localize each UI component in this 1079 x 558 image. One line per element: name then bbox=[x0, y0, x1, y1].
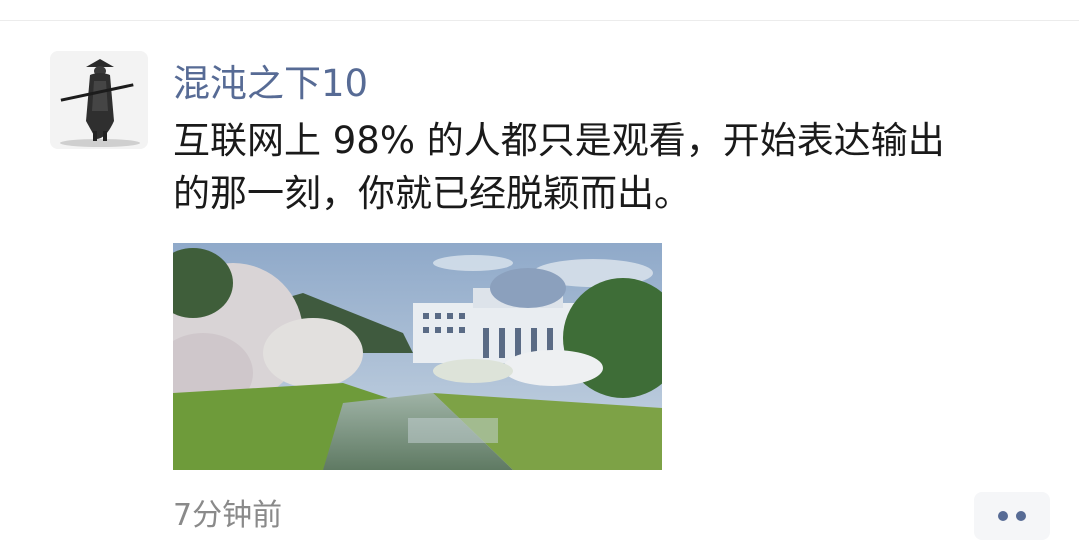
moments-post: 混沌之下10 互联网上 98% 的人都只是观看，开始表达输出 的那一刻，你就已经… bbox=[0, 0, 1079, 558]
post-text-line: 互联网上 98% 的人都只是观看，开始表达输出 bbox=[173, 119, 945, 162]
post-text-line: 的那一刻，你就已经脱颖而出。 bbox=[173, 172, 691, 215]
avatar[interactable] bbox=[50, 51, 148, 149]
more-dots-icon bbox=[998, 511, 1008, 521]
post-timestamp: 7分钟前 bbox=[173, 498, 283, 533]
more-dots-icon bbox=[1016, 511, 1026, 521]
samurai-silhouette-icon bbox=[50, 51, 148, 149]
campus-photo bbox=[173, 243, 662, 470]
post-text: 互联网上 98% 的人都只是观看，开始表达输出 的那一刻，你就已经脱颖而出。 bbox=[173, 114, 1043, 220]
more-options-button[interactable] bbox=[974, 492, 1050, 540]
username-link[interactable]: 混沌之下10 bbox=[173, 58, 368, 110]
post-photo[interactable] bbox=[173, 243, 662, 470]
